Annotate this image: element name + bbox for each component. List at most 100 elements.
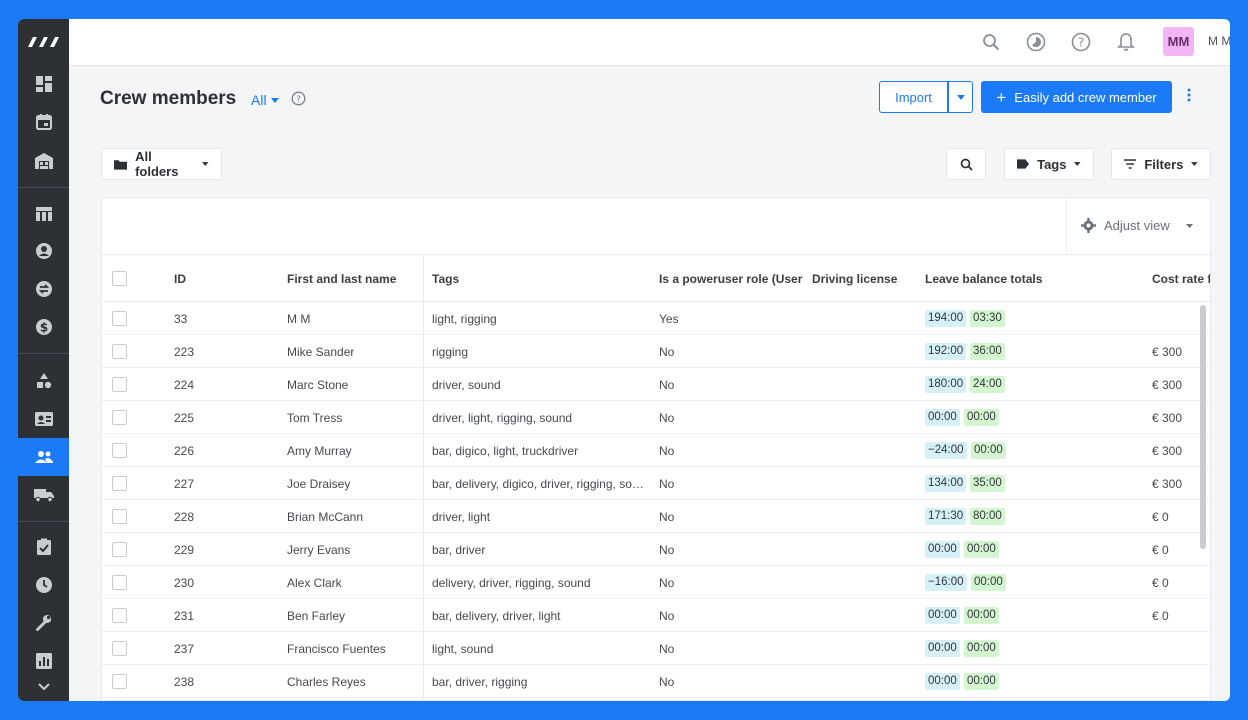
column-header-cost-rate[interactable]: Cost rate fi xyxy=(1152,272,1210,286)
cell-name[interactable]: Tom Tress xyxy=(287,411,342,425)
cell-name[interactable]: M M xyxy=(287,312,310,326)
help-circle-icon[interactable]: ? xyxy=(291,91,306,111)
table-row[interactable]: 237 Francisco Fuentes light, sound No 00:00 0… xyxy=(102,632,1212,665)
id-card-icon[interactable] xyxy=(18,400,69,438)
row-checkbox[interactable] xyxy=(112,542,127,557)
folders-dropdown[interactable]: All folders xyxy=(101,148,222,180)
vertical-scrollbar[interactable] xyxy=(1200,305,1206,549)
more-options-icon[interactable] xyxy=(1187,88,1191,107)
activity-icon[interactable] xyxy=(1025,31,1047,53)
cell-cost-rate: € 0 xyxy=(1152,543,1169,557)
table-row[interactable]: 223 Mike Sander rigging No 192:00 36:00 € 300 xyxy=(102,335,1212,368)
dollar-icon[interactable]: $ xyxy=(18,308,69,346)
row-checkbox[interactable] xyxy=(112,641,127,656)
cell-tags: bar, driver xyxy=(432,543,486,557)
shapes-icon[interactable] xyxy=(18,362,69,400)
cell-cost-rate: € 300 xyxy=(1152,444,1183,458)
column-header-poweruser[interactable]: Is a poweruser role (User ro xyxy=(659,272,803,286)
table-row[interactable]: 227 Joe Draisey bar, delivery, digico, dri… xyxy=(102,467,1212,500)
import-dropdown-button[interactable] xyxy=(948,81,973,113)
clipboard-check-icon[interactable] xyxy=(18,528,69,566)
app-logo[interactable] xyxy=(18,19,69,65)
cell-poweruser: No xyxy=(659,444,675,458)
column-header-id[interactable]: ID xyxy=(174,272,186,286)
column-header-name[interactable]: First and last name xyxy=(287,272,396,286)
chevron-down-icon[interactable] xyxy=(18,675,69,699)
cell-name[interactable]: Amy Murray xyxy=(287,444,352,458)
contacts-icon[interactable] xyxy=(18,232,69,270)
cell-name[interactable]: Alex Clark xyxy=(287,576,342,590)
cell-name[interactable]: Mike Sander xyxy=(287,345,354,359)
cell-cost-rate: € 300 xyxy=(1152,345,1183,359)
cell-name[interactable]: Francisco Fuentes xyxy=(287,642,386,656)
cell-poweruser: No xyxy=(659,510,675,524)
cell-name[interactable]: Charles Reyes xyxy=(287,675,366,689)
cell-name[interactable]: Marc Stone xyxy=(287,378,348,392)
view-filter-dropdown[interactable]: All xyxy=(251,92,279,108)
leave-used-pill: 00:00 xyxy=(971,574,1006,591)
dashboard-icon[interactable] xyxy=(18,65,69,103)
add-crew-member-label: Easily add crew member xyxy=(1014,89,1157,105)
search-icon xyxy=(960,158,973,171)
table-row[interactable]: 230 Alex Clark delivery, driver, rigging, … xyxy=(102,566,1212,599)
cell-name[interactable]: Ben Farley xyxy=(287,609,345,623)
help-icon[interactable]: ? xyxy=(1070,31,1092,53)
cell-cost-rate: € 0 xyxy=(1152,576,1169,590)
filters-dropdown[interactable]: Filters xyxy=(1111,148,1211,180)
warehouse-icon[interactable] xyxy=(18,142,69,180)
cell-cost-rate: € 0 xyxy=(1152,609,1169,623)
column-header-tags[interactable]: Tags xyxy=(432,272,459,286)
exchange-icon[interactable] xyxy=(18,270,69,308)
top-bar: ? MM M M xyxy=(69,19,1230,66)
clock-icon[interactable] xyxy=(18,566,69,604)
row-checkbox[interactable] xyxy=(112,575,127,590)
crew-icon[interactable] xyxy=(18,438,69,476)
cell-name[interactable]: Jerry Evans xyxy=(287,543,350,557)
wrench-icon[interactable] xyxy=(18,604,69,642)
table-row[interactable]: 224 Marc Stone driver, sound No 180:00 24:00 €… xyxy=(102,368,1212,401)
tags-dropdown[interactable]: Tags xyxy=(1004,148,1094,180)
adjust-view-button[interactable]: Adjust view xyxy=(1066,198,1210,253)
row-checkbox[interactable] xyxy=(112,509,127,524)
truck-icon[interactable] xyxy=(18,476,69,514)
cell-tags: light, rigging xyxy=(432,312,497,326)
caret-down-icon xyxy=(1074,162,1081,166)
column-header-leave-balance[interactable]: Leave balance totals xyxy=(925,272,1042,286)
select-all-checkbox[interactable] xyxy=(112,271,127,286)
cell-id: 223 xyxy=(174,345,195,359)
row-checkbox[interactable] xyxy=(112,410,127,425)
table-row[interactable]: 229 Jerry Evans bar, driver No 00:00 00:00 € 0 xyxy=(102,533,1212,566)
svg-text:?: ? xyxy=(296,95,301,105)
cell-name[interactable]: Brian McCann xyxy=(287,510,363,524)
table-row[interactable]: 231 Ben Farley bar, delivery, driver, ligh… xyxy=(102,599,1212,632)
leave-used-pill: 35:00 xyxy=(970,475,1005,492)
table-row[interactable]: 226 Amy Murray bar, digico, light, truckdr… xyxy=(102,434,1212,467)
row-checkbox[interactable] xyxy=(112,377,127,392)
sidebar: $ xyxy=(18,19,69,701)
user-name[interactable]: M M xyxy=(1208,34,1230,48)
table-row[interactable]: 228 Brian McCann driver, light No 171:30 80:0… xyxy=(102,500,1212,533)
table-row[interactable]: 238 Charles Reyes bar, driver, rigging No 00… xyxy=(102,665,1212,698)
table-search-button[interactable] xyxy=(946,148,986,180)
calendar-icon[interactable] xyxy=(18,103,69,141)
row-checkbox[interactable] xyxy=(112,443,127,458)
table-row[interactable]: 33 M M light, rigging Yes 194:00 03:30 xyxy=(102,302,1212,335)
table-icon[interactable] xyxy=(18,195,69,233)
search-icon[interactable] xyxy=(980,31,1002,53)
filters-label: Filters xyxy=(1144,156,1184,172)
table-row[interactable]: 225 Tom Tress driver, light, rigging, soun… xyxy=(102,401,1212,434)
bell-icon[interactable] xyxy=(1115,31,1137,53)
row-checkbox[interactable] xyxy=(112,608,127,623)
row-checkbox[interactable] xyxy=(112,476,127,491)
avatar[interactable]: MM xyxy=(1163,27,1194,56)
column-header-driving-license[interactable]: Driving license xyxy=(812,272,897,286)
row-checkbox[interactable] xyxy=(112,344,127,359)
row-checkbox[interactable] xyxy=(112,311,127,326)
leave-balance-pill: −16:00 xyxy=(925,574,967,591)
cell-name[interactable]: Joe Draisey xyxy=(287,477,350,491)
add-crew-member-button[interactable]: + Easily add crew member xyxy=(981,81,1172,113)
row-checkbox[interactable] xyxy=(112,674,127,689)
filter-icon xyxy=(1124,159,1137,169)
import-button[interactable]: Import xyxy=(879,81,948,113)
leave-balance-pill: 00:00 xyxy=(925,673,960,690)
